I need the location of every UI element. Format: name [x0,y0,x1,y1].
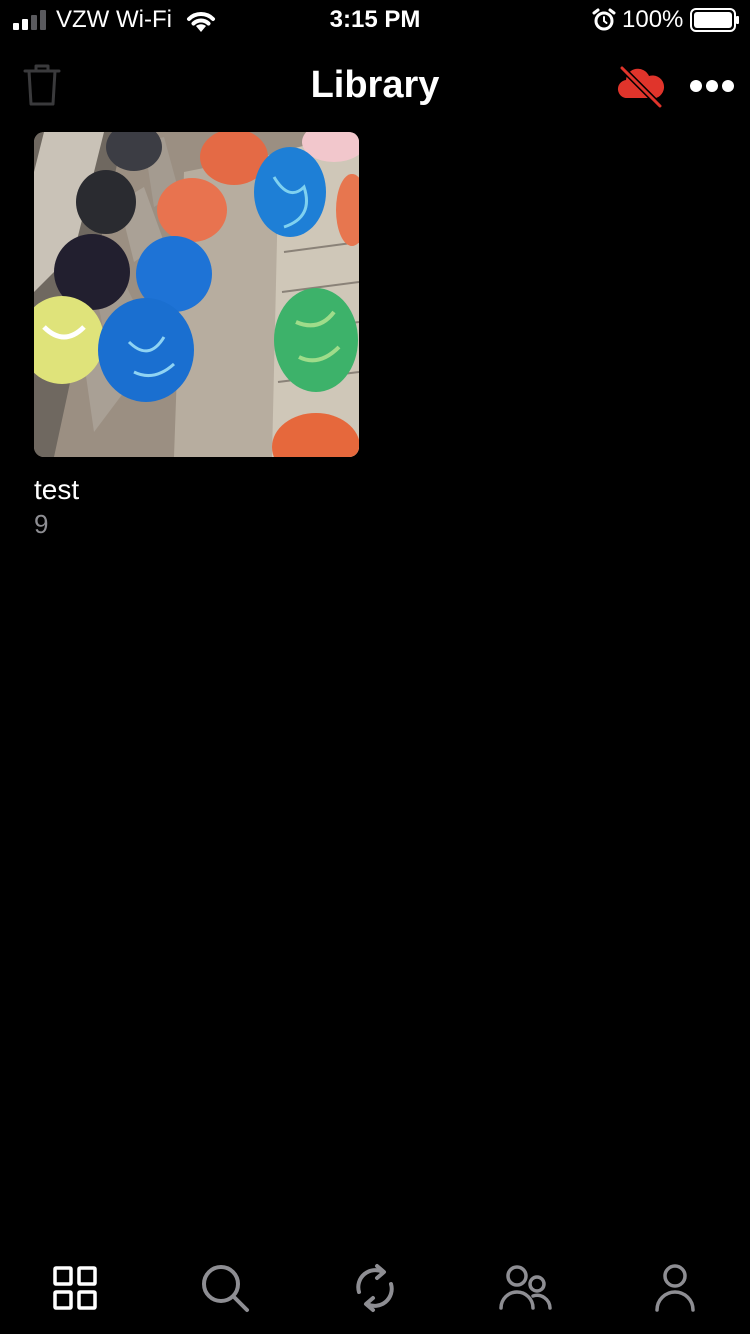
tab-search[interactable] [195,1258,255,1318]
search-icon [202,1265,249,1312]
sync-icon [356,1264,394,1312]
tab-bar [0,1240,750,1334]
grid-icon [53,1266,97,1310]
tab-account[interactable] [645,1258,705,1318]
tab-shared[interactable] [495,1258,555,1318]
battery-icon [690,8,739,32]
album-thumbnail [34,132,359,457]
tab-library[interactable] [45,1258,105,1318]
people-icon [499,1265,552,1310]
status-bar: VZW Wi-Fi 3:15 PM 100% [0,0,750,40]
battery-percentage: 100% [622,6,684,33]
cloud-off-icon[interactable] [616,64,666,108]
album-item-count: 9 [34,509,49,539]
album-name: test [34,474,80,505]
person-icon [655,1264,695,1312]
album-tile[interactable]: test 9 [34,132,359,541]
tab-sync[interactable] [345,1258,405,1318]
alarm-icon [592,8,616,31]
more-icon[interactable] [688,74,736,98]
